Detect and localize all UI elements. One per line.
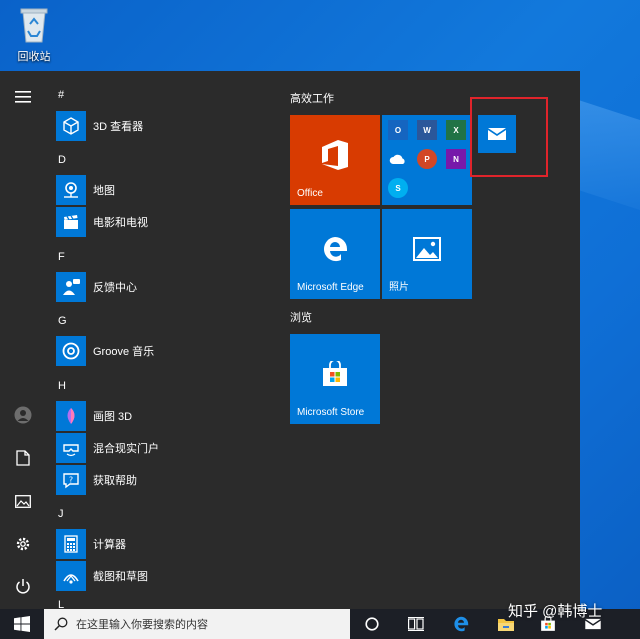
- cube-icon: [56, 111, 86, 141]
- task-view-button[interactable]: [396, 609, 436, 639]
- app-maps[interactable]: 地图: [56, 175, 276, 205]
- picture-icon[interactable]: [8, 486, 38, 516]
- app-label: 反馈中心: [93, 282, 137, 294]
- watermark: 知乎 @韩博士: [508, 603, 603, 620]
- app-calculator[interactable]: 计算器: [56, 529, 276, 559]
- section-letter-f[interactable]: F: [58, 251, 65, 263]
- section-letter-g[interactable]: G: [58, 315, 67, 327]
- groove-icon: [56, 336, 86, 366]
- recycle-bin-shortcut[interactable]: 回收站: [8, 4, 60, 68]
- search-icon: [54, 617, 68, 631]
- powerpoint-icon[interactable]: P: [417, 149, 437, 169]
- office-icon: [322, 140, 348, 170]
- tile-label: Microsoft Store: [297, 407, 365, 418]
- start-menu: # 3D 查看器 D 地图 电影和电视 F 反馈中心 G Groove 音乐 H…: [0, 71, 580, 609]
- app-list: # 3D 查看器 D 地图 电影和电视 F 反馈中心 G Groove 音乐 H…: [46, 71, 276, 609]
- film-icon: [56, 207, 86, 237]
- app-snip-sketch[interactable]: 截图和草图: [56, 561, 276, 591]
- app-label: 获取帮助: [93, 475, 137, 487]
- section-letter-h[interactable]: H: [58, 380, 66, 392]
- edge-icon: [454, 616, 469, 632]
- start-rail: [0, 71, 46, 609]
- outlook-icon[interactable]: O: [388, 120, 408, 140]
- app-label: 混合现实门户: [93, 443, 159, 455]
- feedback-icon: [56, 272, 86, 302]
- app-label: 3D 查看器: [93, 121, 144, 133]
- power-icon[interactable]: [8, 571, 38, 601]
- app-feedback-hub[interactable]: 反馈中心: [56, 272, 276, 302]
- tile-label: 照片: [389, 282, 409, 293]
- app-label: Groove 音乐: [93, 346, 155, 358]
- svg-text:?: ?: [69, 476, 73, 485]
- task-view-icon: [408, 617, 424, 631]
- tile-label: Office: [297, 188, 323, 199]
- paint3d-icon: [56, 401, 86, 431]
- app-get-help[interactable]: ? 获取帮助: [56, 465, 276, 495]
- section-letter-d[interactable]: D: [58, 154, 66, 166]
- tile-group-title-productivity[interactable]: 高效工作: [290, 90, 334, 106]
- excel-icon[interactable]: X: [446, 120, 466, 140]
- tiles-area: 高效工作 Office O W X P N S Microsoft Edge 照: [278, 71, 580, 609]
- cortana-icon: [365, 617, 379, 631]
- app-movies-tv[interactable]: 电影和电视: [56, 207, 276, 237]
- app-label: 地图: [93, 185, 115, 197]
- onenote-icon[interactable]: N: [446, 149, 466, 169]
- app-paint-3d[interactable]: 画图 3D: [56, 401, 276, 431]
- document-icon[interactable]: [8, 443, 38, 473]
- recycle-bin-label: 回收站: [17, 50, 51, 63]
- windows-logo-icon: [14, 616, 30, 632]
- app-label: 画图 3D: [93, 411, 133, 423]
- app-label: 计算器: [93, 539, 126, 551]
- cortana-button[interactable]: [352, 609, 392, 639]
- taskbar-edge[interactable]: [441, 609, 481, 639]
- tile-label: Microsoft Edge: [297, 282, 364, 293]
- tile-microsoft-edge[interactable]: Microsoft Edge: [290, 209, 380, 299]
- tile-office-apps-folder[interactable]: O W X P N S: [382, 115, 472, 205]
- tile-office[interactable]: Office: [290, 115, 380, 205]
- maps-icon: [56, 175, 86, 205]
- app-label: 电影和电视: [93, 217, 148, 229]
- edge-icon: [323, 237, 347, 262]
- gear-icon[interactable]: [8, 529, 38, 559]
- onedrive-icon[interactable]: [388, 149, 408, 169]
- user-icon[interactable]: [8, 400, 38, 430]
- hamburger-icon[interactable]: [8, 82, 38, 112]
- tile-photos[interactable]: 照片: [382, 209, 472, 299]
- app-label: 截图和草图: [93, 571, 148, 583]
- search-box[interactable]: 在这里输入你要搜索的内容: [44, 609, 350, 639]
- mixed-reality-icon: [56, 433, 86, 463]
- app-3d-viewer[interactable]: 3D 查看器: [56, 111, 276, 141]
- app-mixed-reality-portal[interactable]: 混合现实门户: [56, 433, 276, 463]
- section-letter-j[interactable]: J: [58, 508, 64, 520]
- photos-icon: [413, 237, 441, 261]
- tile-microsoft-store[interactable]: Microsoft Store: [290, 334, 380, 424]
- section-letter-hash[interactable]: #: [58, 89, 64, 101]
- start-button[interactable]: [0, 609, 44, 639]
- search-placeholder: 在这里输入你要搜索的内容: [76, 619, 208, 631]
- section-letter-l[interactable]: L: [58, 599, 64, 609]
- calculator-icon: [56, 529, 86, 559]
- skype-icon[interactable]: S: [388, 178, 408, 198]
- tile-group-title-browse[interactable]: 浏览: [290, 309, 312, 325]
- app-groove-music[interactable]: Groove 音乐: [56, 336, 276, 366]
- help-icon: ?: [56, 465, 86, 495]
- word-icon[interactable]: W: [417, 120, 437, 140]
- store-icon: [323, 361, 347, 386]
- snip-icon: [56, 561, 86, 591]
- highlight-box: [470, 97, 548, 177]
- recycle-bin-icon: [19, 6, 49, 44]
